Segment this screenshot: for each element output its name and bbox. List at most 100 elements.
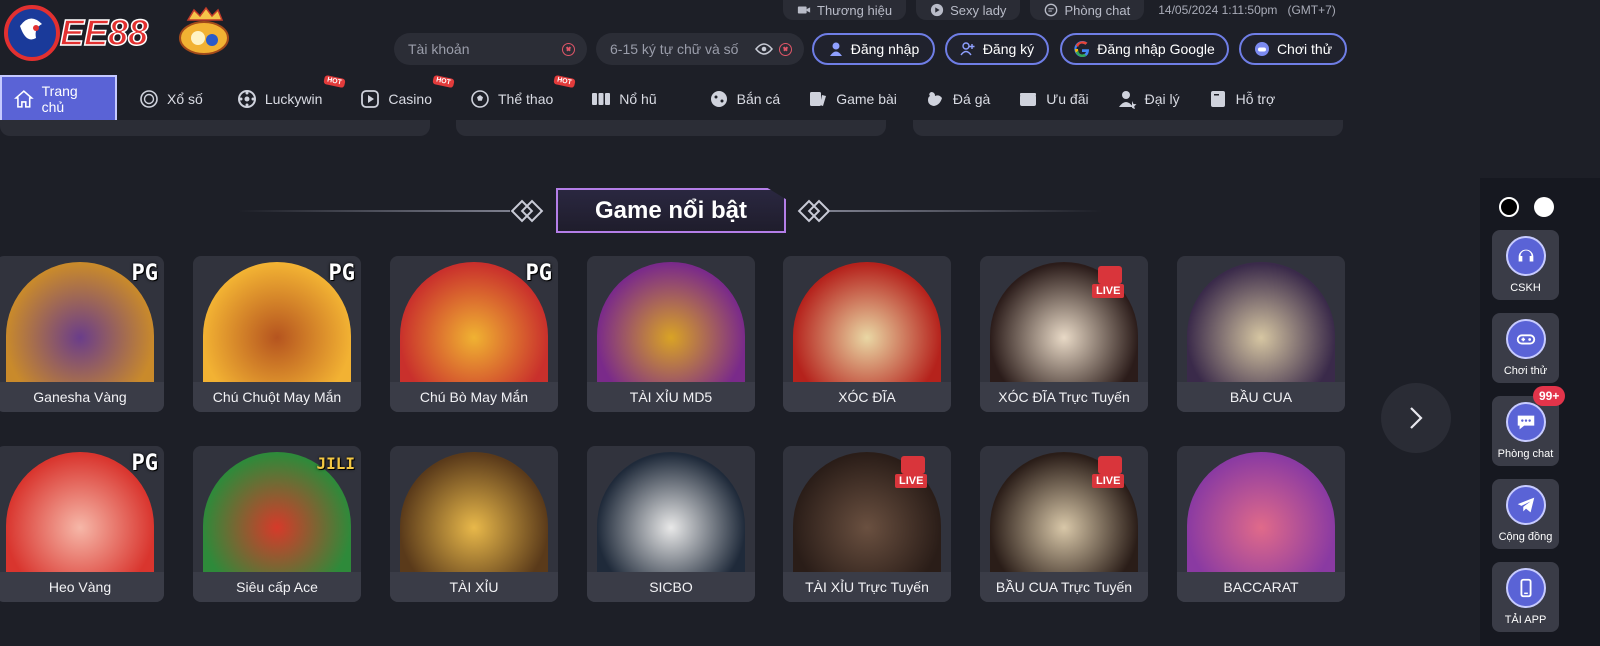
nav-label: Thể thao bbox=[498, 91, 554, 107]
game-card[interactable]: LIVE BẦU CUA Trực Tuyến bbox=[980, 446, 1148, 602]
nav-item-slots[interactable]: Nổ hũ bbox=[577, 75, 670, 123]
nav-label: Bắn cá bbox=[736, 91, 781, 107]
clear-account-icon[interactable] bbox=[562, 42, 575, 56]
lottery-icon bbox=[140, 90, 158, 108]
provider-tag: JILI bbox=[316, 454, 355, 473]
game-card[interactable]: TÀI XỈU MD5 bbox=[587, 256, 755, 412]
slot-machine-icon bbox=[592, 93, 611, 105]
sexy-lady-link[interactable]: Sexy lady bbox=[916, 0, 1021, 20]
chat-room-link[interactable]: Phòng chat bbox=[1030, 0, 1145, 20]
user-icon bbox=[829, 42, 842, 56]
game-title: XÓC ĐĨA Trực Tuyến bbox=[980, 382, 1148, 412]
sidebar-label: Phòng chat bbox=[1497, 448, 1554, 460]
nav-label: Xổ số bbox=[167, 91, 203, 107]
game-title: BẦU CUA bbox=[1177, 382, 1345, 412]
nav-item-lottery[interactable]: Xổ số bbox=[125, 75, 217, 123]
nav-item-card-games[interactable]: Game bài bbox=[794, 75, 911, 123]
game-title: XÓC ĐĨA bbox=[783, 382, 951, 412]
section-title: Game nổi bật bbox=[556, 188, 786, 233]
chat-icon bbox=[1045, 3, 1058, 17]
light-theme-toggle[interactable] bbox=[1534, 197, 1554, 217]
ee88-logo[interactable]: EE88 bbox=[2, 4, 232, 62]
provider-tag: PG bbox=[131, 261, 159, 286]
nav-item-casino[interactable]: Casino HOT bbox=[346, 74, 456, 123]
wheel-icon bbox=[237, 90, 256, 108]
game-title: Siêu cấp Ace bbox=[193, 572, 361, 602]
game-card[interactable]: LIVE XÓC ĐĨA Trực Tuyến bbox=[980, 256, 1148, 412]
game-thumbnail bbox=[1187, 262, 1335, 388]
nav-label: Đại lý bbox=[1144, 91, 1180, 107]
nav-item-promotions[interactable]: Ưu đãi bbox=[1004, 75, 1102, 123]
nav-label: Trang chủ bbox=[41, 83, 78, 115]
game-title: TÀI XỈU Trực Tuyến bbox=[783, 572, 951, 602]
header: EE88 Thương hiệu Sexy lady Phòng chat 14… bbox=[0, 0, 1600, 74]
clear-password-icon[interactable] bbox=[779, 42, 792, 56]
nav-item-fishing[interactable]: Bắn cá bbox=[695, 75, 795, 123]
community-button[interactable]: Cộng đồng bbox=[1492, 479, 1559, 549]
nav-label: Nổ hũ bbox=[619, 91, 657, 107]
nav-item-home[interactable]: Trang chủ bbox=[0, 75, 117, 123]
game-card[interactable]: PG Heo Vàng bbox=[0, 446, 164, 602]
sexy-lady-link-label: Sexy lady bbox=[950, 2, 1007, 18]
nav-item-agent[interactable]: Đại lý bbox=[1103, 75, 1194, 123]
provider-tag: PG bbox=[131, 451, 159, 476]
video-camera-icon bbox=[797, 6, 811, 14]
rooster-icon bbox=[927, 92, 942, 106]
chat-bubble-icon bbox=[1517, 415, 1534, 430]
account-input[interactable] bbox=[408, 41, 562, 57]
trial-side-button[interactable]: Chơi thử bbox=[1492, 313, 1559, 383]
banner-strip bbox=[456, 120, 886, 136]
game-title: SICBO bbox=[587, 572, 755, 602]
register-button[interactable]: Đăng ký bbox=[945, 33, 1049, 65]
game-card[interactable]: TÀI XỈU bbox=[390, 446, 558, 602]
nav-label: Luckywin bbox=[264, 91, 323, 107]
register-button-label: Đăng ký bbox=[982, 41, 1035, 57]
game-thumbnail bbox=[597, 262, 745, 388]
google-icon bbox=[1074, 41, 1090, 57]
nav-label: Casino bbox=[388, 91, 432, 107]
brand-link[interactable]: Thương hiệu bbox=[783, 0, 907, 20]
game-title: TÀI XỈU bbox=[390, 572, 558, 602]
password-field[interactable] bbox=[596, 33, 804, 65]
download-app-button[interactable]: TẢI APP bbox=[1492, 562, 1559, 632]
banner-strip bbox=[0, 120, 430, 136]
game-card[interactable]: SICBO bbox=[587, 446, 755, 602]
hot-badge: HOT bbox=[432, 74, 455, 89]
login-button[interactable]: Đăng nhập bbox=[812, 33, 935, 65]
game-card[interactable]: LIVE TÀI XỈU Trực Tuyến bbox=[783, 446, 951, 602]
eye-icon[interactable] bbox=[755, 43, 773, 55]
chat-room-side-button[interactable]: Phòng chat bbox=[1492, 396, 1559, 466]
game-card[interactable]: PG Ganesha Vàng bbox=[0, 256, 164, 412]
live-badge-text: LIVE bbox=[1092, 474, 1125, 488]
password-input[interactable] bbox=[610, 41, 755, 57]
game-card[interactable]: BẦU CUA bbox=[1177, 256, 1345, 412]
book-icon bbox=[1210, 91, 1225, 107]
main-nav: Trang chủ Xổ số Luckywin HOT Casino HOT … bbox=[0, 74, 1480, 123]
game-card[interactable]: XÓC ĐĨA bbox=[783, 256, 951, 412]
nav-item-luckywin[interactable]: Luckywin HOT bbox=[223, 74, 347, 123]
gift-icon bbox=[1020, 93, 1037, 106]
cards-icon bbox=[810, 92, 827, 106]
nav-item-support[interactable]: Hỗ trợ bbox=[1194, 75, 1290, 123]
nav-item-cockfight[interactable]: Đá gà bbox=[911, 75, 1004, 123]
nav-label: Đá gà bbox=[952, 91, 991, 107]
game-thumbnail bbox=[793, 262, 941, 388]
dark-theme-toggle[interactable] bbox=[1499, 197, 1519, 217]
account-field[interactable] bbox=[394, 33, 587, 65]
soccer-ball-icon bbox=[471, 90, 489, 108]
customer-support-button[interactable]: CSKH bbox=[1492, 230, 1559, 300]
brand-link-label: Thương hiệu bbox=[817, 2, 893, 18]
next-page-button[interactable] bbox=[1381, 383, 1451, 453]
google-login-button[interactable]: Đăng nhập Google bbox=[1060, 33, 1229, 65]
game-card[interactable]: PG Chú Bò May Mắn bbox=[390, 256, 558, 412]
game-card[interactable]: PG Chú Chuột May Mắn bbox=[193, 256, 361, 412]
login-button-label: Đăng nhập bbox=[850, 41, 920, 57]
game-card[interactable]: JILI Siêu cấp Ace bbox=[193, 446, 361, 602]
game-card[interactable]: BACCARAT bbox=[1177, 446, 1345, 602]
game-title: Chú Bò May Mắn bbox=[390, 382, 558, 412]
gamepad-icon bbox=[1254, 42, 1269, 56]
nav-item-sports[interactable]: Thể thao HOT bbox=[456, 74, 577, 123]
trial-play-button[interactable]: Chơi thử bbox=[1239, 33, 1347, 65]
nav-label: Ưu đãi bbox=[1046, 91, 1089, 107]
game-title: Chú Chuột May Mắn bbox=[193, 382, 361, 412]
